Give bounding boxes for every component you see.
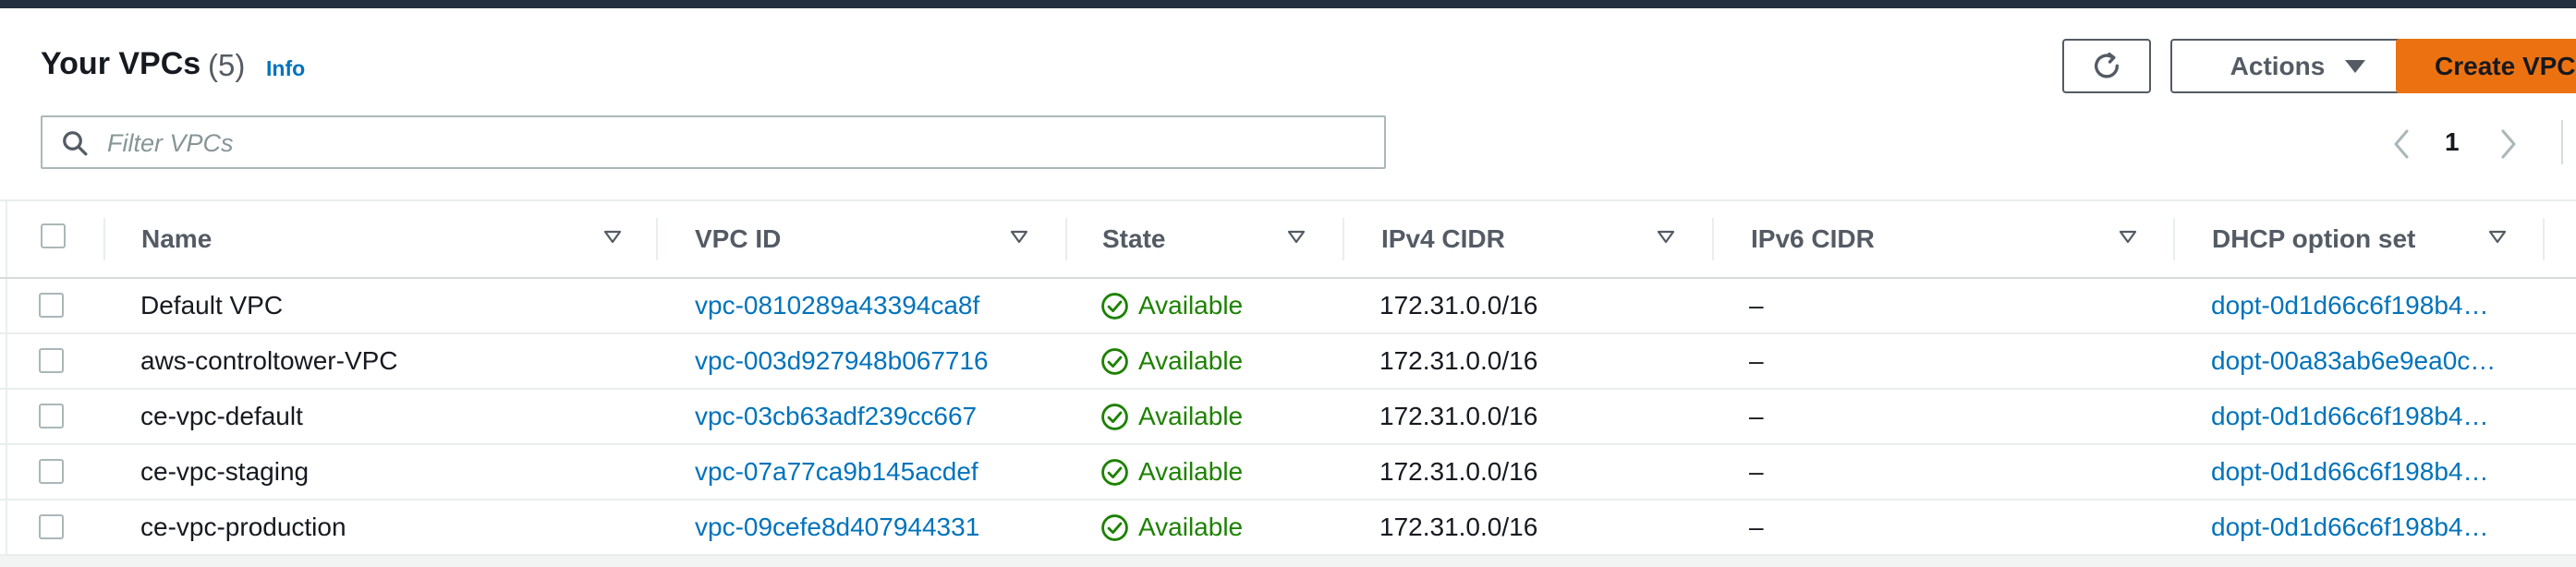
vpc-name: ce-vpc-staging	[140, 457, 310, 486]
sort-caret-icon[interactable]	[1287, 230, 1306, 244]
sort-caret-icon[interactable]	[2119, 230, 2137, 244]
sort-caret-icon[interactable]	[1657, 230, 1675, 244]
column-header-vpc-id[interactable]: VPC ID	[695, 201, 781, 277]
row-checkbox[interactable]	[39, 293, 64, 318]
ipv6-cidr: –	[1749, 346, 1764, 375]
state-cell: Available	[1100, 390, 1322, 443]
filter-vpcs-input[interactable]	[105, 125, 1366, 162]
pagination-divider	[2561, 120, 2563, 164]
dhcp-option-set-link[interactable]: dopt-0d1d66c6f198b4…	[2211, 445, 2576, 499]
vpc-id-link[interactable]: vpc-07a77ca9b145acdef	[695, 445, 1046, 499]
column-header-label: IPv6 CIDR	[1751, 224, 1875, 253]
column-header-dhcp-option-set[interactable]: DHCP option set	[2212, 201, 2415, 277]
check-circle-icon	[1101, 513, 1128, 541]
sort-caret-icon[interactable]	[1010, 230, 1028, 244]
dhcp-option-set-link[interactable]: dopt-0d1d66c6f198b4…	[2211, 390, 2576, 443]
vpc-id-link[interactable]: vpc-0810289a43394ca8f	[695, 279, 1046, 332]
column-header-label: DHCP option set	[2212, 224, 2416, 253]
state-label: Available	[1138, 291, 1244, 320]
row-checkbox[interactable]	[39, 404, 64, 428]
column-header-label: Name	[141, 224, 213, 253]
table-row[interactable]: Default VPC vpc-0810289a43394ca8f Availa…	[0, 279, 2576, 334]
column-header-state[interactable]: State	[1102, 201, 1165, 277]
column-header-name[interactable]: Name	[141, 201, 212, 277]
refresh-icon	[2094, 52, 2120, 78]
check-circle-icon	[1101, 458, 1128, 486]
ipv6-cidr: –	[1749, 457, 1764, 486]
sort-caret-icon[interactable]	[603, 230, 622, 244]
caret-down-icon	[2345, 59, 2366, 73]
ipv4-cidr: 172.31.0.0/16	[1379, 457, 1538, 486]
sort-caret-icon[interactable]	[2488, 230, 2507, 244]
column-separator	[103, 218, 105, 260]
refresh-button[interactable]	[2062, 39, 2151, 93]
table-row[interactable]: ce-vpc-default vpc-03cb63adf239cc667 Ava…	[0, 390, 2576, 445]
row-checkbox[interactable]	[39, 459, 64, 484]
table-row[interactable]: aws-controltower-VPC vpc-003d927948b0677…	[0, 334, 2576, 390]
state-label: Available	[1138, 402, 1244, 430]
vpc-name: Default VPC	[140, 291, 284, 320]
select-all-checkbox[interactable]	[41, 223, 66, 248]
state-label: Available	[1138, 513, 1244, 541]
column-header-ipv4-cidr[interactable]: IPv4 CIDR	[1381, 201, 1505, 277]
ipv6-cidr: –	[1749, 291, 1764, 320]
filter-box	[41, 115, 1386, 169]
vpc-count: (5)	[208, 48, 246, 82]
actions-label: Actions	[2230, 51, 2326, 80]
ipv4-cidr: 172.31.0.0/16	[1379, 346, 1538, 375]
ipv4-cidr: 172.31.0.0/16	[1379, 291, 1538, 320]
actions-dropdown[interactable]: Actions	[2170, 39, 2425, 93]
state-cell: Available	[1100, 501, 1322, 554]
top-navigation-bar	[0, 0, 2576, 8]
table-row[interactable]: ce-vpc-staging vpc-07a77ca9b145acdef Ava…	[0, 445, 2576, 501]
ipv4-cidr: 172.31.0.0/16	[1379, 513, 1538, 541]
column-header-label: VPC ID	[695, 224, 782, 253]
row-checkbox[interactable]	[39, 348, 64, 373]
state-cell: Available	[1100, 334, 1322, 388]
info-link[interactable]: Info	[266, 56, 305, 81]
ipv6-cidr: –	[1749, 402, 1764, 430]
column-separator	[1065, 218, 1067, 260]
vpc-name: aws-controltower-VPC	[140, 346, 398, 375]
table-row[interactable]: ce-vpc-production vpc-09cefe8d407944331 …	[0, 501, 2576, 556]
ipv4-cidr: 172.31.0.0/16	[1379, 402, 1538, 430]
column-separator	[2173, 218, 2175, 260]
table-footer-strip	[0, 556, 2576, 567]
ipv6-cidr: –	[1749, 513, 1764, 541]
dhcp-option-set-link[interactable]: dopt-0d1d66c6f198b4…	[2211, 501, 2576, 554]
table-header: Name VPC ID State IPv4 CIDR IPv6 CIDR DH…	[0, 201, 2576, 279]
create-vpc-button[interactable]: Create VPC	[2396, 39, 2576, 93]
chevron-right-icon	[2501, 129, 2516, 159]
check-circle-icon	[1101, 403, 1128, 430]
column-header-label: IPv4 CIDR	[1381, 224, 1505, 253]
state-label: Available	[1138, 457, 1244, 486]
vpc-id-link[interactable]: vpc-09cefe8d407944331	[695, 501, 1046, 554]
state-cell: Available	[1100, 279, 1322, 332]
vpc-id-link[interactable]: vpc-003d927948b067716	[695, 334, 1046, 388]
column-separator	[656, 218, 658, 260]
column-separator	[2543, 218, 2545, 260]
column-separator	[1343, 218, 1344, 260]
previous-page-button[interactable]	[2388, 126, 2415, 163]
search-icon	[63, 131, 88, 156]
next-page-button[interactable]	[2495, 126, 2522, 163]
dhcp-option-set-link[interactable]: dopt-0d1d66c6f198b4…	[2211, 279, 2576, 332]
row-checkbox[interactable]	[39, 514, 64, 539]
page-title: Your VPCs	[41, 46, 201, 81]
check-circle-icon	[1101, 292, 1128, 320]
column-separator	[1712, 218, 1714, 260]
column-header-label: State	[1102, 224, 1166, 253]
check-circle-icon	[1101, 347, 1128, 375]
dhcp-option-set-link[interactable]: dopt-00a83ab6e9ea0c…	[2211, 334, 2576, 388]
current-page-number[interactable]: 1	[2445, 127, 2460, 157]
chevron-left-icon	[2394, 129, 2409, 159]
column-header-ipv6-cidr[interactable]: IPv6 CIDR	[1751, 201, 1875, 277]
state-label: Available	[1138, 346, 1244, 375]
vpc-id-link[interactable]: vpc-03cb63adf239cc667	[695, 390, 1046, 443]
vpc-name: ce-vpc-production	[140, 513, 346, 541]
vpc-name: ce-vpc-default	[140, 402, 303, 430]
state-cell: Available	[1100, 445, 1322, 499]
